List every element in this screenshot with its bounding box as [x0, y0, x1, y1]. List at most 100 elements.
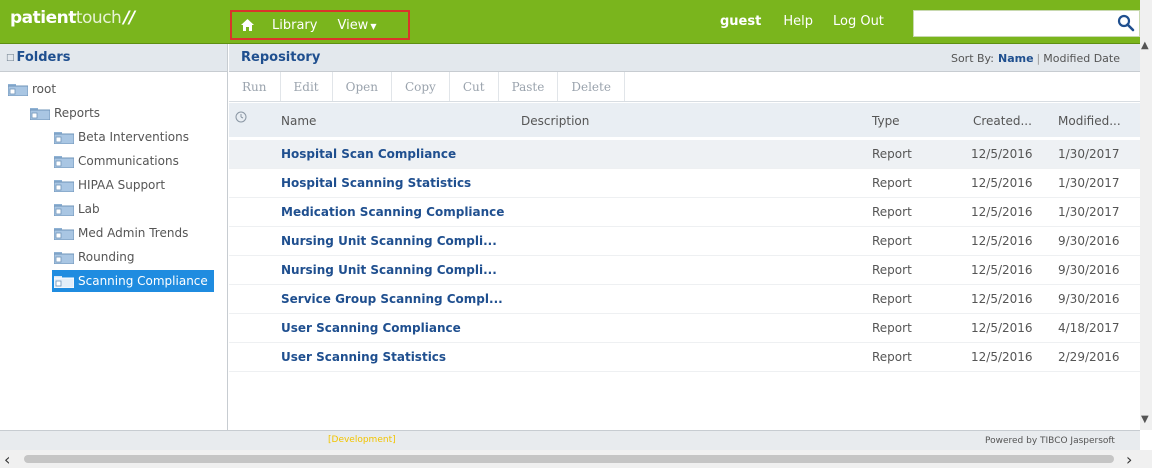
- sort-by-modified-date[interactable]: Modified Date: [1043, 52, 1120, 65]
- table-row[interactable]: Service Group Scanning Compl... Report 1…: [229, 285, 1140, 314]
- main-nav: Library View ▼: [230, 10, 410, 40]
- sort-by-name[interactable]: Name: [998, 52, 1034, 65]
- report-type: Report: [872, 147, 912, 161]
- top-bar: patienttouch// Library View ▼ guest Help …: [0, 0, 1140, 44]
- report-name[interactable]: Nursing Unit Scanning Compli...: [281, 263, 497, 277]
- home-button[interactable]: [232, 19, 262, 31]
- column-name[interactable]: Name: [281, 114, 316, 128]
- nav-view-menu[interactable]: View ▼: [327, 18, 386, 33]
- table-row[interactable]: Medication Scanning Compliance Report 12…: [229, 198, 1140, 227]
- repository-header: Repository Sort By: Name | Modified Date: [229, 44, 1140, 72]
- paste-button[interactable]: Paste: [499, 72, 559, 101]
- help-link[interactable]: Help: [783, 14, 813, 29]
- report-modified: 1/30/2017: [1058, 147, 1120, 161]
- report-created: 12/5/2016: [971, 292, 1033, 306]
- report-created: 12/5/2016: [971, 263, 1033, 277]
- tree-item-communications[interactable]: Communications: [54, 151, 179, 171]
- user-area: guest Help Log Out: [720, 14, 904, 29]
- table-row[interactable]: Hospital Scanning Statistics Report 12/5…: [229, 169, 1140, 198]
- tree-item-root[interactable]: root: [8, 79, 56, 99]
- report-name[interactable]: Medication Scanning Compliance: [281, 205, 504, 219]
- report-name[interactable]: Service Group Scanning Compl...: [281, 292, 503, 306]
- vertical-scrollbar[interactable]: ▲ ▼: [1140, 0, 1152, 430]
- folder-icon: [30, 107, 50, 120]
- tree-item-label: Reports: [54, 106, 101, 120]
- scroll-left-icon[interactable]: ‹: [4, 450, 10, 468]
- report-modified: 9/30/2016: [1058, 292, 1120, 306]
- column-description[interactable]: Description: [521, 114, 589, 128]
- scroll-down-icon[interactable]: ▼: [1141, 414, 1149, 425]
- scroll-thumb[interactable]: [24, 455, 1114, 463]
- report-modified: 9/30/2016: [1058, 263, 1120, 277]
- search-button[interactable]: [1117, 14, 1135, 32]
- table-row[interactable]: Nursing Unit Scanning Compli... Report 1…: [229, 256, 1140, 285]
- folder-icon: [54, 227, 74, 240]
- report-modified: 1/30/2017: [1058, 176, 1120, 190]
- column-created[interactable]: Created...: [973, 114, 1032, 128]
- tree-item-med-admin-trends[interactable]: Med Admin Trends: [54, 223, 188, 243]
- report-type: Report: [872, 205, 912, 219]
- table-row[interactable]: Hospital Scan Compliance Report 12/5/201…: [229, 140, 1140, 169]
- collapse-icon[interactable]: □: [6, 53, 15, 63]
- report-name[interactable]: Hospital Scanning Statistics: [281, 176, 471, 190]
- report-name[interactable]: Nursing Unit Scanning Compli...: [281, 234, 497, 248]
- sort-by: Sort By: Name | Modified Date: [951, 52, 1120, 65]
- report-modified: 9/30/2016: [1058, 234, 1120, 248]
- tree-item-scanning-compliance[interactable]: Scanning Compliance: [52, 270, 214, 292]
- report-created: 12/5/2016: [971, 234, 1033, 248]
- tree-item-label: Med Admin Trends: [78, 226, 189, 240]
- report-name[interactable]: User Scanning Compliance: [281, 321, 461, 335]
- tree-item-hipaa-support[interactable]: HIPAA Support: [54, 175, 165, 195]
- report-type: Report: [872, 292, 912, 306]
- table-row[interactable]: User Scanning Compliance Report 12/5/201…: [229, 314, 1140, 343]
- table-row[interactable]: Nursing Unit Scanning Compli... Report 1…: [229, 227, 1140, 256]
- repository-toolbar: Run Edit Open Copy Cut Paste Delete: [229, 72, 1140, 102]
- search-input[interactable]: [914, 11, 1114, 36]
- scroll-up-icon[interactable]: ▲: [1141, 40, 1149, 51]
- logout-link[interactable]: Log Out: [833, 14, 884, 29]
- logo-bold-text: patient: [10, 8, 76, 28]
- open-button[interactable]: Open: [333, 72, 392, 101]
- tree-item-label: Lab: [78, 202, 100, 216]
- tree-item-lab[interactable]: Lab: [54, 199, 100, 219]
- logo-mark: //: [123, 8, 135, 28]
- logo-thin-text: touch: [75, 8, 122, 28]
- repository-title: Repository: [241, 50, 321, 65]
- tree-item-reports[interactable]: Reports: [30, 103, 100, 123]
- powered-by: Powered by TIBCO Jaspersoft: [985, 436, 1115, 446]
- column-type[interactable]: Type: [872, 114, 900, 128]
- search-box: [913, 10, 1140, 37]
- nav-library[interactable]: Library: [262, 18, 327, 33]
- edit-button[interactable]: Edit: [281, 72, 333, 101]
- tree-item-beta-interventions[interactable]: Beta Interventions: [54, 127, 189, 147]
- home-icon: [240, 19, 254, 31]
- cut-button[interactable]: Cut: [450, 72, 499, 101]
- tree-item-rounding[interactable]: Rounding: [54, 247, 135, 267]
- report-created: 12/5/2016: [971, 147, 1033, 161]
- tree-item-label: root: [32, 82, 57, 96]
- caret-down-icon: ▼: [370, 21, 377, 31]
- clock-icon[interactable]: [235, 111, 247, 123]
- tree-item-label: Scanning Compliance: [78, 274, 208, 288]
- scroll-right-icon[interactable]: ›: [1126, 450, 1132, 468]
- copy-button[interactable]: Copy: [392, 72, 450, 101]
- table-row[interactable]: User Scanning Statistics Report 12/5/201…: [229, 343, 1140, 372]
- folders-header: □ Folders: [0, 44, 227, 72]
- status-bar: [Development] Powered by TIBCO Jaspersof…: [0, 430, 1140, 450]
- report-modified: 1/30/2017: [1058, 205, 1120, 219]
- report-name[interactable]: Hospital Scan Compliance: [281, 147, 456, 161]
- folder-icon: [54, 275, 74, 288]
- report-created: 12/5/2016: [971, 321, 1033, 335]
- folder-icon: [54, 179, 74, 192]
- horizontal-scrollbar[interactable]: ‹ ›: [0, 450, 1152, 468]
- report-created: 12/5/2016: [971, 350, 1033, 364]
- folder-icon: [54, 251, 74, 264]
- delete-button[interactable]: Delete: [558, 72, 625, 101]
- run-button[interactable]: Run: [229, 72, 281, 101]
- sort-by-label: Sort By:: [950, 52, 994, 65]
- folders-title: Folders: [16, 50, 71, 65]
- column-modified[interactable]: Modified...: [1058, 114, 1121, 128]
- app-logo[interactable]: patienttouch//: [10, 8, 135, 28]
- report-name[interactable]: User Scanning Statistics: [281, 350, 446, 364]
- folder-icon: [8, 83, 28, 96]
